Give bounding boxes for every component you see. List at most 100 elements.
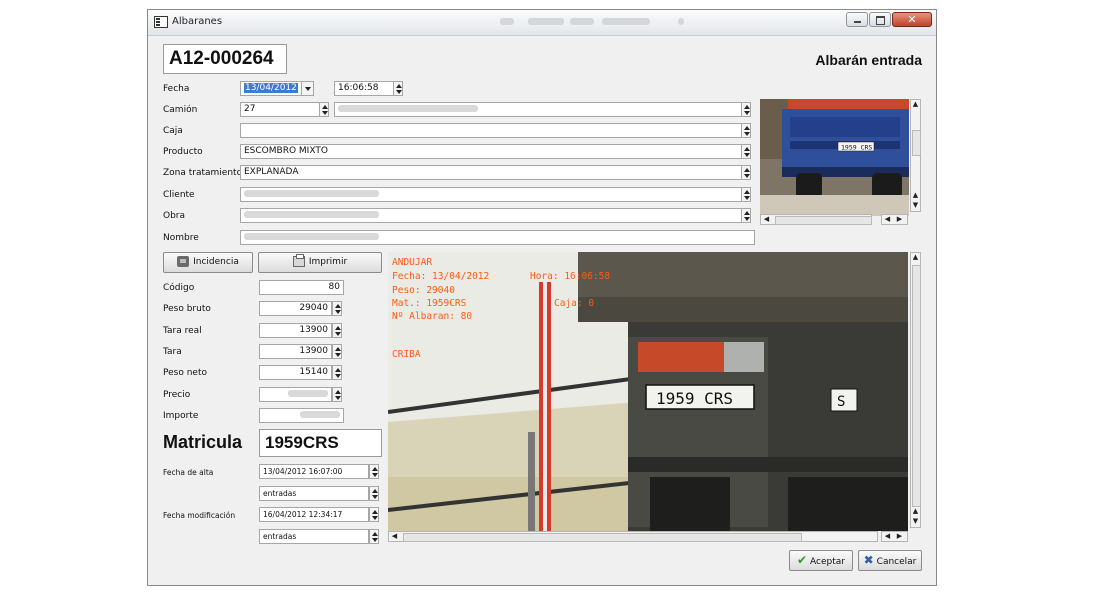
peso-neto-input[interactable]: 15140 xyxy=(259,365,332,380)
scroll-right-arrow[interactable]: ▶ xyxy=(895,215,904,224)
cliente-input[interactable] xyxy=(240,187,742,202)
producto-label: Producto xyxy=(163,147,203,157)
producto-spinner[interactable] xyxy=(741,144,751,159)
fecha-alta-label: Fecha de alta xyxy=(163,468,214,477)
camion-description-spinner[interactable] xyxy=(741,102,751,117)
obra-input[interactable] xyxy=(240,208,742,223)
overlay-time: Hora: 16:06:58 xyxy=(530,271,611,282)
caja-input[interactable] xyxy=(240,123,742,138)
scroll-up-arrow[interactable]: ▲ xyxy=(911,253,920,262)
codigo-input[interactable]: 80 xyxy=(259,280,344,295)
scroll-thumb[interactable] xyxy=(775,216,872,225)
peso-neto-label: Peso neto xyxy=(163,368,207,378)
small-photo-vscrollbar[interactable]: ▲ ▲ ▼ xyxy=(910,99,921,212)
zona-spinner[interactable] xyxy=(741,165,751,180)
imprimir-button[interactable]: Imprimir xyxy=(258,252,382,273)
tara-input[interactable]: 13900 xyxy=(259,344,332,359)
producto-input[interactable]: ESCOMBRO MIXTO xyxy=(240,144,742,159)
importe-input[interactable] xyxy=(259,408,344,423)
scroll-thumb[interactable] xyxy=(403,533,802,542)
scroll-left-arrow[interactable]: ◀ xyxy=(390,532,399,541)
rear-plate-text: 1959 CRS xyxy=(656,389,733,408)
tara-label: Tara xyxy=(163,347,182,357)
title-bar[interactable]: Albaranes ✕ xyxy=(148,10,936,36)
alta-origen-spinner[interactable] xyxy=(369,486,379,501)
aceptar-button[interactable]: ✔ Aceptar xyxy=(789,550,853,571)
alta-origen-field[interactable]: entradas xyxy=(259,486,369,501)
big-photo-vscrollbar[interactable]: ▲ ▲ ▼ xyxy=(910,252,921,528)
ghost-text xyxy=(570,18,594,25)
doc-type-title: Albarán entrada xyxy=(815,52,922,68)
peso-neto-spinner[interactable] xyxy=(332,365,342,380)
camion-description-field[interactable] xyxy=(334,102,742,117)
tara-real-input[interactable]: 13900 xyxy=(259,323,332,338)
minimize-button[interactable] xyxy=(846,12,868,27)
small-photo-hscrollbar[interactable]: ◀ xyxy=(760,214,872,225)
hora-spinner[interactable] xyxy=(393,81,403,96)
scroll-thumb[interactable] xyxy=(912,265,921,507)
fecha-input[interactable]: 13/04/2012 xyxy=(240,81,302,96)
nombre-input[interactable] xyxy=(240,230,755,245)
camion-input[interactable]: 27 xyxy=(240,102,320,117)
big-photo-hscrollbar[interactable]: ◀ xyxy=(388,531,878,542)
tara-spinner[interactable] xyxy=(332,344,342,359)
scroll-up-arrow[interactable]: ▲ xyxy=(911,507,920,516)
ghost-icon xyxy=(500,18,514,25)
fecha-alta-spinner[interactable] xyxy=(369,464,379,479)
precio-label: Precio xyxy=(163,390,191,400)
cancelar-button[interactable]: ✖ Cancelar xyxy=(858,550,922,571)
scroll-up-arrow[interactable]: ▲ xyxy=(911,100,920,109)
window-title: Albaranes xyxy=(172,16,223,27)
fecha-value: 13/04/2012 xyxy=(244,83,298,93)
overlay-location: ANDUJAR xyxy=(392,257,433,268)
caja-spinner[interactable] xyxy=(741,123,751,138)
cliente-spinner[interactable] xyxy=(741,187,751,202)
scroll-thumb[interactable] xyxy=(912,130,921,156)
truck-rear-image: 1959 CRS S xyxy=(388,252,908,531)
cancel-icon: ✖ xyxy=(863,553,874,567)
mod-origen-field[interactable]: entradas xyxy=(259,529,369,544)
ghost-text xyxy=(528,18,564,25)
camion-label: Camión xyxy=(163,105,198,115)
albaranes-window: Albaranes ✕ A12-000264 Albarán entrada F… xyxy=(147,9,937,586)
fecha-modificacion-field[interactable]: 16/04/2012 12:34:17 xyxy=(259,507,369,522)
camion-spinner[interactable] xyxy=(319,102,329,117)
overlay-albaran: Nº Albaran: 80 xyxy=(392,311,473,322)
tara-real-spinner[interactable] xyxy=(332,323,342,338)
albaran-code: A12-000264 xyxy=(163,44,287,74)
redacted-text xyxy=(244,211,379,218)
close-button[interactable]: ✕ xyxy=(892,12,932,27)
peso-bruto-spinner[interactable] xyxy=(332,301,342,316)
incidencia-button[interactable]: Incidencia xyxy=(163,252,253,273)
redacted-text xyxy=(300,411,340,418)
precio-spinner[interactable] xyxy=(332,387,342,402)
truck-front-image: 1959 CRS xyxy=(760,99,909,216)
scroll-down-arrow[interactable]: ▼ xyxy=(911,517,920,526)
check-icon: ✔ xyxy=(796,553,808,567)
mod-origen-spinner[interactable] xyxy=(369,529,379,544)
scroll-up-arrow[interactable]: ▲ xyxy=(911,191,920,200)
overlay-weight: Peso: 29040 xyxy=(392,285,455,296)
fecha-alta-field[interactable]: 13/04/2012 16:07:00 xyxy=(259,464,369,479)
precio-input[interactable] xyxy=(259,387,332,402)
hora-input[interactable]: 16:06:58 xyxy=(334,81,394,96)
fecha-dropdown-button[interactable] xyxy=(301,81,314,96)
overlay-caja: Caja: 0 xyxy=(554,298,595,309)
peso-bruto-input[interactable]: 29040 xyxy=(259,301,332,316)
small-photo-hscroll-buttons[interactable]: ◀ ▶ xyxy=(881,214,908,225)
scroll-left-arrow[interactable]: ◀ xyxy=(883,532,892,541)
scroll-left-arrow[interactable]: ◀ xyxy=(762,215,771,224)
matricula-input[interactable]: 1959CRS xyxy=(259,429,382,457)
maximize-button[interactable] xyxy=(869,12,891,27)
zona-input[interactable]: EXPLANADA xyxy=(240,165,742,180)
obra-spinner[interactable] xyxy=(741,208,751,223)
scroll-right-arrow[interactable]: ▶ xyxy=(895,532,904,541)
fecha-modificacion-spinner[interactable] xyxy=(369,507,379,522)
redacted-text xyxy=(338,105,478,112)
big-photo-hscroll-buttons[interactable]: ◀ ▶ xyxy=(881,531,908,542)
imprimir-label: Imprimir xyxy=(308,257,348,267)
scroll-down-arrow[interactable]: ▼ xyxy=(911,201,920,210)
scroll-left-arrow[interactable]: ◀ xyxy=(883,215,892,224)
small-plate-text: 1959 CRS xyxy=(841,144,872,152)
tara-real-label: Tara real xyxy=(163,326,202,336)
